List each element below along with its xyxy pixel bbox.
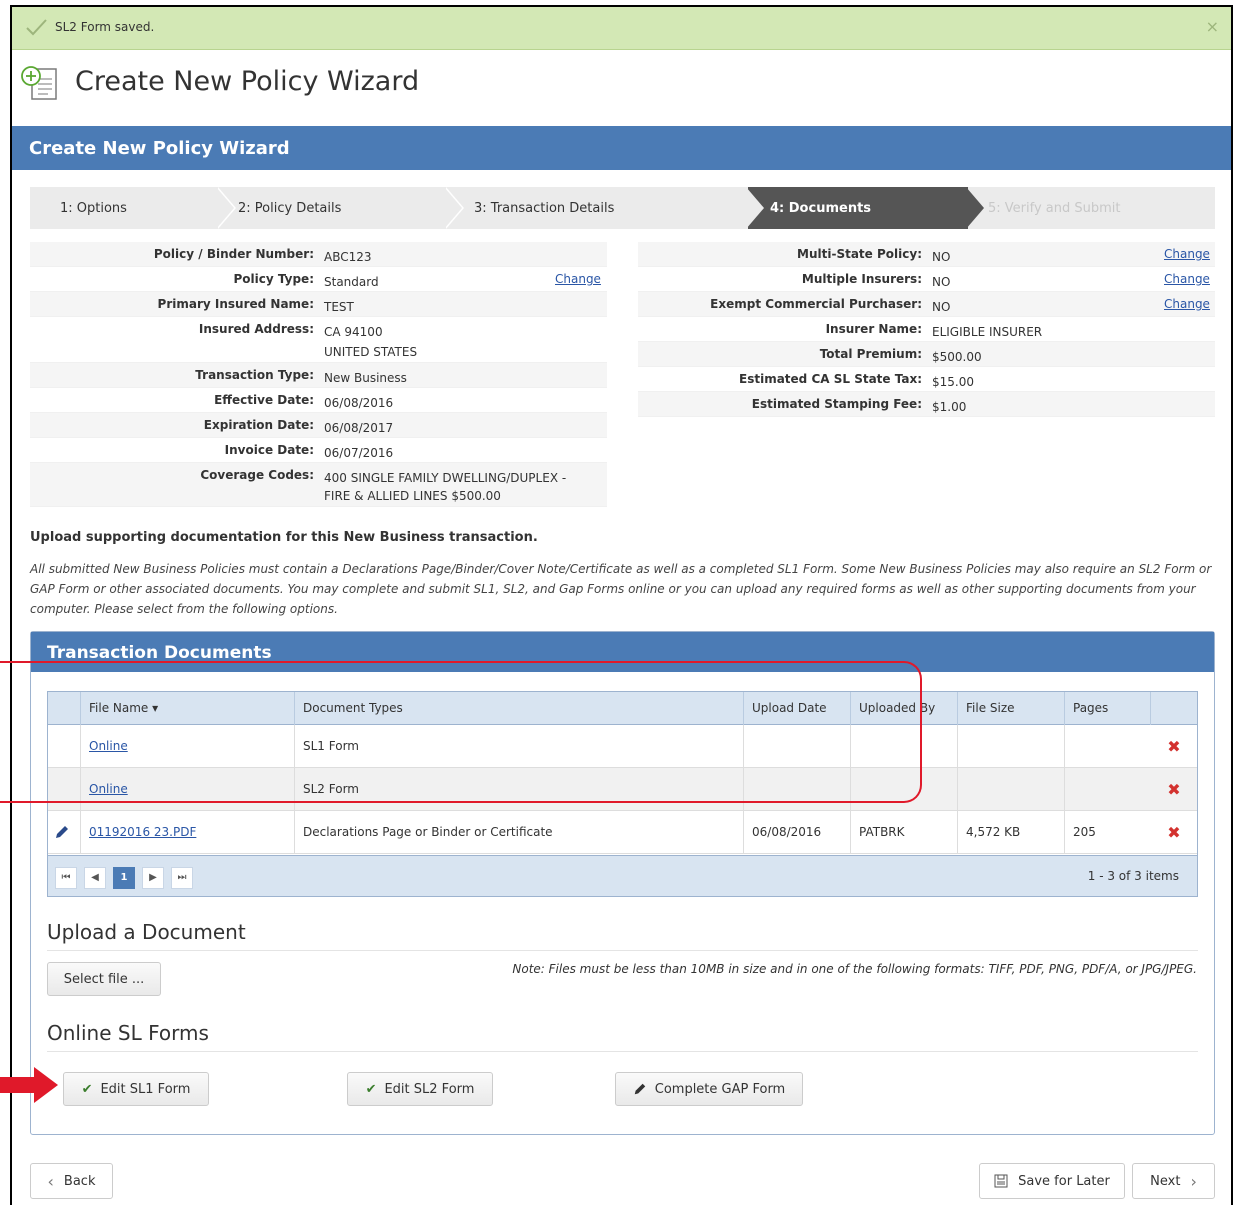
first-page-button[interactable]: ⏮ [55,867,77,889]
change-exempt-purchaser-link[interactable]: Change [1164,297,1210,311]
step-verify-submit: 5: Verify and Submit [968,187,1215,229]
prev-page-button[interactable]: ◀ [84,867,106,889]
table-row: 01192016 23.PDF Declarations Page or Bin… [48,811,1197,854]
upload-description: All submitted New Business Policies must… [30,562,1212,616]
save-for-later-button[interactable]: Save for Later [979,1163,1125,1199]
info-row: Multi-State Policy: NO Change [638,242,1215,267]
info-row: Coverage Codes: 400 SINGLE FAMILY DWELLIN… [30,463,607,507]
info-row: Estimated Stamping Fee: $1.00 [638,392,1215,417]
page-title: Create New Policy Wizard [75,66,420,97]
change-policy-type-link[interactable]: Change [555,272,601,286]
wizard-icon [21,66,57,100]
last-page-button[interactable]: ⏭ [171,867,193,889]
chevron-right-icon: › [1190,1171,1197,1191]
upload-heading: Upload supporting documentation for this… [30,530,538,545]
info-row: Expiration Date: 06/08/2017 [30,413,607,438]
back-button[interactable]: ‹ Back [30,1163,113,1199]
file-size: 4,572 KB [957,811,1064,854]
pencil-icon[interactable] [54,824,70,840]
page-1-button[interactable]: 1 [113,867,135,889]
pencil-icon [634,1083,645,1095]
info-row: Primary Insured Name: TEST [30,292,607,317]
info-row: Policy Type: Standard Change [30,267,607,292]
complete-gap-button[interactable]: Complete GAP Form [615,1072,803,1106]
policy-info-left: Policy / Binder Number: ABC123 Policy Typ… [30,242,607,507]
wizard-panel-title: Create New Policy Wizard [29,138,290,159]
info-row: Insured Address: CA 94100 UNITED STATES [30,317,607,363]
info-row: Insurer Name: ELIGIBLE INSURER [638,317,1215,342]
edit-sl1-button[interactable]: ✔ Edit SL1 Form [63,1072,209,1106]
info-row: Multiple Insurers: NO Change [638,267,1215,292]
next-button[interactable]: Next › [1132,1163,1215,1199]
check-icon: ✔ [365,1081,377,1097]
policy-info-right: Multi-State Policy: NO Change Multiple Ins… [638,242,1215,417]
check-icon [26,19,47,36]
alert-message: SL2 Form saved. [55,20,155,34]
info-row: Invoice Date: 06/07/2016 [30,438,607,463]
step-documents[interactable]: 4: Documents [748,187,968,229]
info-row: Effective Date: 06/08/2016 [30,388,607,413]
success-alert: SL2 Form saved. × [12,7,1231,50]
step-policy-details[interactable]: 2: Policy Details [220,187,448,229]
grid-pager: ⏮ ◀ 1 ▶ ⏭ 1 - 3 of 3 items [48,855,1197,896]
delete-icon[interactable]: ✖ [1150,768,1198,811]
save-icon [994,1174,1008,1188]
info-row: Estimated CA SL State Tax: $15.00 [638,367,1215,392]
change-multi-state-link[interactable]: Change [1164,247,1210,261]
pager-info: 1 - 3 of 3 items [1087,869,1179,883]
upload-date: 06/08/2016 [743,811,850,854]
info-row: Transaction Type: New Business [30,363,607,388]
step-options[interactable]: 1: Options [30,187,220,229]
chevron-left-icon: ‹ [47,1171,54,1191]
pages: 205 [1064,811,1150,854]
col-file-size[interactable]: File Size [957,692,1064,725]
check-icon: ✔ [81,1081,93,1097]
step-transaction-details[interactable]: 3: Transaction Details [448,187,748,229]
change-multiple-insurers-link[interactable]: Change [1164,272,1210,286]
red-arrow-icon [0,1067,58,1103]
col-pages[interactable]: Pages [1064,692,1150,725]
info-row: Policy / Binder Number: ABC123 [30,242,607,267]
wizard-panel-header: Create New Policy Wizard [12,126,1231,170]
upload-note: Note: Files must be less than 10MB in si… [512,962,1197,976]
highlight-box [0,661,922,803]
alert-close-icon[interactable]: × [1206,17,1219,36]
edit-sl2-button[interactable]: ✔ Edit SL2 Form [347,1072,493,1106]
next-page-button[interactable]: ▶ [142,867,164,889]
document-type: Declarations Page or Binder or Certifica… [294,811,743,854]
online-forms-title: Online SL Forms [47,1021,209,1045]
info-row: Total Premium: $500.00 [638,342,1215,367]
file-link[interactable]: 01192016 23.PDF [89,825,196,839]
delete-icon[interactable]: ✖ [1150,811,1198,854]
select-file-button[interactable]: Select file ... [47,962,161,996]
wizard-steps: 1: Options 2: Policy Details 3: Transact… [30,187,1215,229]
upload-document-title: Upload a Document [47,920,246,944]
delete-icon[interactable]: ✖ [1150,725,1198,768]
info-row: Exempt Commercial Purchaser: NO Change [638,292,1215,317]
uploaded-by: PATBRK [850,811,957,854]
documents-title: Transaction Documents [47,643,272,663]
